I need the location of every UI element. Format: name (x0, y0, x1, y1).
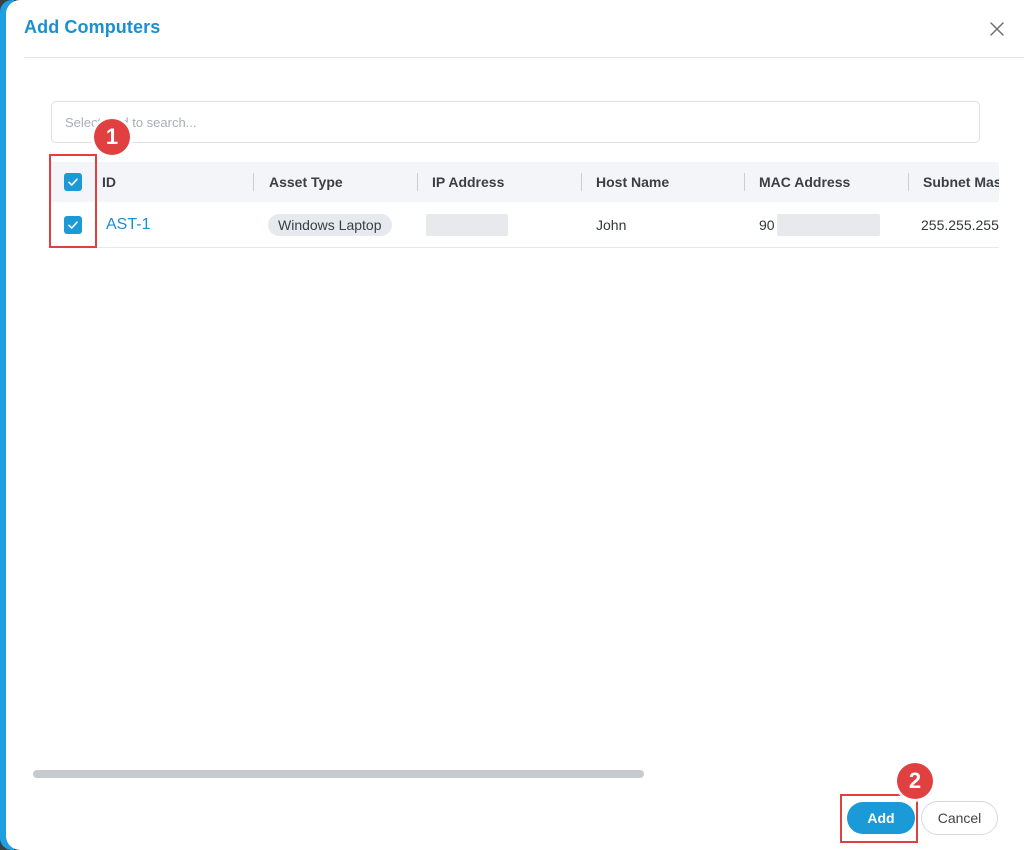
search-field[interactable] (51, 101, 980, 143)
checkmark-icon (68, 221, 78, 229)
computers-table: ID Asset Type IP Address Host Name MAC A… (51, 162, 999, 248)
add-button[interactable]: Add (847, 802, 915, 834)
column-header-mac-address[interactable]: MAC Address (759, 162, 850, 202)
asset-type-tag: Windows Laptop (268, 214, 392, 236)
row-select-cell (64, 203, 82, 247)
cell-host-name: John (596, 217, 627, 233)
column-separator (581, 173, 582, 191)
cell-asset-type: Windows Laptop (268, 203, 392, 247)
ip-address-redacted (426, 214, 508, 236)
column-header-subnet-mask[interactable]: Subnet Mas (923, 162, 999, 202)
column-header-ip-address[interactable]: IP Address (432, 162, 504, 202)
select-all-checkbox[interactable] (64, 173, 82, 191)
table-row[interactable]: AST-1 Windows Laptop John 90 255.255.255 (51, 203, 999, 248)
close-icon[interactable] (988, 20, 1006, 38)
column-separator (908, 173, 909, 191)
row-checkbox[interactable] (64, 216, 82, 234)
cell-id: AST-1 (106, 203, 150, 247)
callout-badge-2: 2 (897, 763, 933, 799)
column-separator (253, 173, 254, 191)
callout-badge-1: 1 (94, 119, 130, 155)
header-divider (24, 57, 1024, 58)
asset-id-link[interactable]: AST-1 (106, 216, 150, 234)
table-header-row: ID Asset Type IP Address Host Name MAC A… (51, 162, 999, 202)
column-header-asset-type[interactable]: Asset Type (269, 162, 343, 202)
mac-address-redacted (776, 214, 880, 236)
cell-mac-address: 90 (759, 203, 880, 247)
search-input[interactable] (52, 102, 979, 142)
horizontal-scrollbar[interactable] (33, 770, 644, 778)
mac-address-prefix: 90 (759, 217, 775, 233)
column-separator (744, 173, 745, 191)
dialog-title: Add Computers (24, 17, 161, 37)
column-header-id[interactable]: ID (102, 162, 116, 202)
add-computers-dialog: Add Computers ID Asset Type IP Address H… (6, 0, 1024, 850)
cell-subnet-mask: 255.255.255 (921, 217, 999, 233)
column-header-host-name[interactable]: Host Name (596, 162, 669, 202)
select-all-cell (64, 162, 82, 202)
column-separator (417, 173, 418, 191)
cell-ip-address (426, 203, 508, 247)
cancel-button[interactable]: Cancel (921, 801, 998, 835)
checkmark-icon (68, 178, 78, 186)
